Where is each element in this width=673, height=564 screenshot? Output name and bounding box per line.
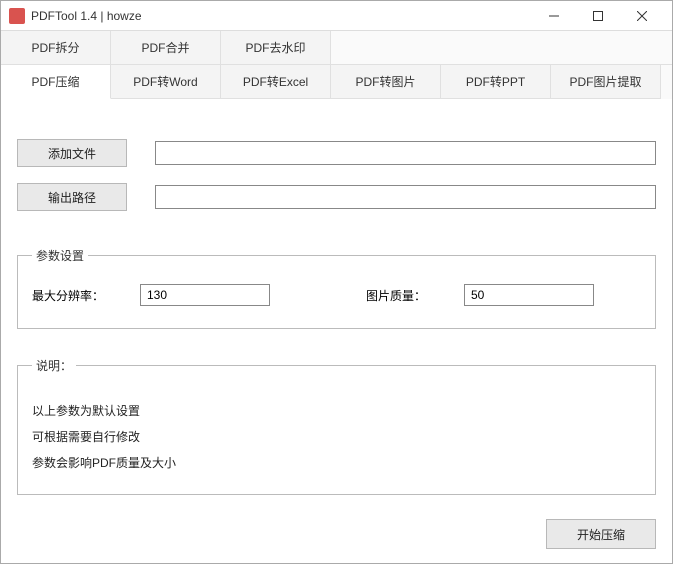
description-fieldset: 说明： 以上参数为默认设置 可根据需要自行修改 参数会影响PDF质量及大小 xyxy=(17,357,656,495)
button-label: 开始压缩 xyxy=(577,526,625,543)
description-line-2: 可根据需要自行修改 xyxy=(32,428,641,446)
content-area: 添加文件 输出路径 参数设置 最大分辨率： 图片质量： 说明： 以上参数为 xyxy=(1,99,672,563)
tab-pdf-to-excel[interactable]: PDF转Excel xyxy=(221,65,331,99)
tab-pdf-compress[interactable]: PDF压缩 xyxy=(1,65,111,99)
description-legend: 说明： xyxy=(32,357,76,374)
close-icon xyxy=(637,11,647,21)
tab-pdf-to-ppt[interactable]: PDF转PPT xyxy=(441,65,551,99)
button-label: 输出路径 xyxy=(48,189,96,206)
start-compress-button[interactable]: 开始压缩 xyxy=(546,519,656,549)
tab-row-1: PDF拆分 PDF合并 PDF去水印 xyxy=(1,31,672,65)
tab-label: PDF转Excel xyxy=(243,73,308,90)
tab-label: PDF转图片 xyxy=(355,73,415,90)
tab-label: PDF转Word xyxy=(133,73,197,90)
tab-label: PDF图片提取 xyxy=(569,73,641,90)
minimize-icon xyxy=(549,11,559,21)
tab-label: PDF去水印 xyxy=(245,39,305,56)
tab-label: PDF合并 xyxy=(141,39,189,56)
tab-label: PDF拆分 xyxy=(31,39,79,56)
image-quality-input[interactable] xyxy=(464,284,594,306)
max-resolution-input[interactable] xyxy=(140,284,270,306)
window-title: PDFTool 1.4 | howze xyxy=(31,9,142,23)
tab-pdf-merge[interactable]: PDF合并 xyxy=(111,31,221,65)
params-legend: 参数设置 xyxy=(32,247,88,264)
add-file-path-display xyxy=(155,141,656,165)
params-fieldset: 参数设置 最大分辨率： 图片质量： xyxy=(17,247,656,329)
tab-filler xyxy=(331,31,672,65)
tab-label: PDF转PPT xyxy=(466,73,525,90)
maximize-icon xyxy=(593,11,603,21)
app-window: PDFTool 1.4 | howze PDF拆分 PDF合并 PDF去水印 P… xyxy=(0,0,673,564)
description-line-3: 参数会影响PDF质量及大小 xyxy=(32,454,641,472)
button-label: 添加文件 xyxy=(48,145,96,162)
description-line-1: 以上参数为默认设置 xyxy=(32,402,641,420)
add-file-button[interactable]: 添加文件 xyxy=(17,139,127,167)
titlebar: PDFTool 1.4 | howze xyxy=(1,1,672,31)
param-row: 最大分辨率： 图片质量： xyxy=(32,284,641,306)
tab-label: PDF压缩 xyxy=(31,73,79,90)
tab-pdf-watermark[interactable]: PDF去水印 xyxy=(221,31,331,65)
image-quality-label: 图片质量： xyxy=(366,287,446,304)
output-path-display xyxy=(155,185,656,209)
output-path-row: 输出路径 xyxy=(17,183,656,211)
close-button[interactable] xyxy=(620,2,664,30)
minimize-button[interactable] xyxy=(532,2,576,30)
tab-pdf-to-image[interactable]: PDF转图片 xyxy=(331,65,441,99)
output-path-button[interactable]: 输出路径 xyxy=(17,183,127,211)
tab-pdf-extract-images[interactable]: PDF图片提取 xyxy=(551,65,661,99)
app-icon xyxy=(9,8,25,24)
tab-pdf-split[interactable]: PDF拆分 xyxy=(1,31,111,65)
max-resolution-label: 最大分辨率： xyxy=(32,287,122,304)
add-file-row: 添加文件 xyxy=(17,139,656,167)
tab-pdf-to-word[interactable]: PDF转Word xyxy=(111,65,221,99)
maximize-button[interactable] xyxy=(576,2,620,30)
tab-row-2: PDF压缩 PDF转Word PDF转Excel PDF转图片 PDF转PPT … xyxy=(1,65,672,99)
